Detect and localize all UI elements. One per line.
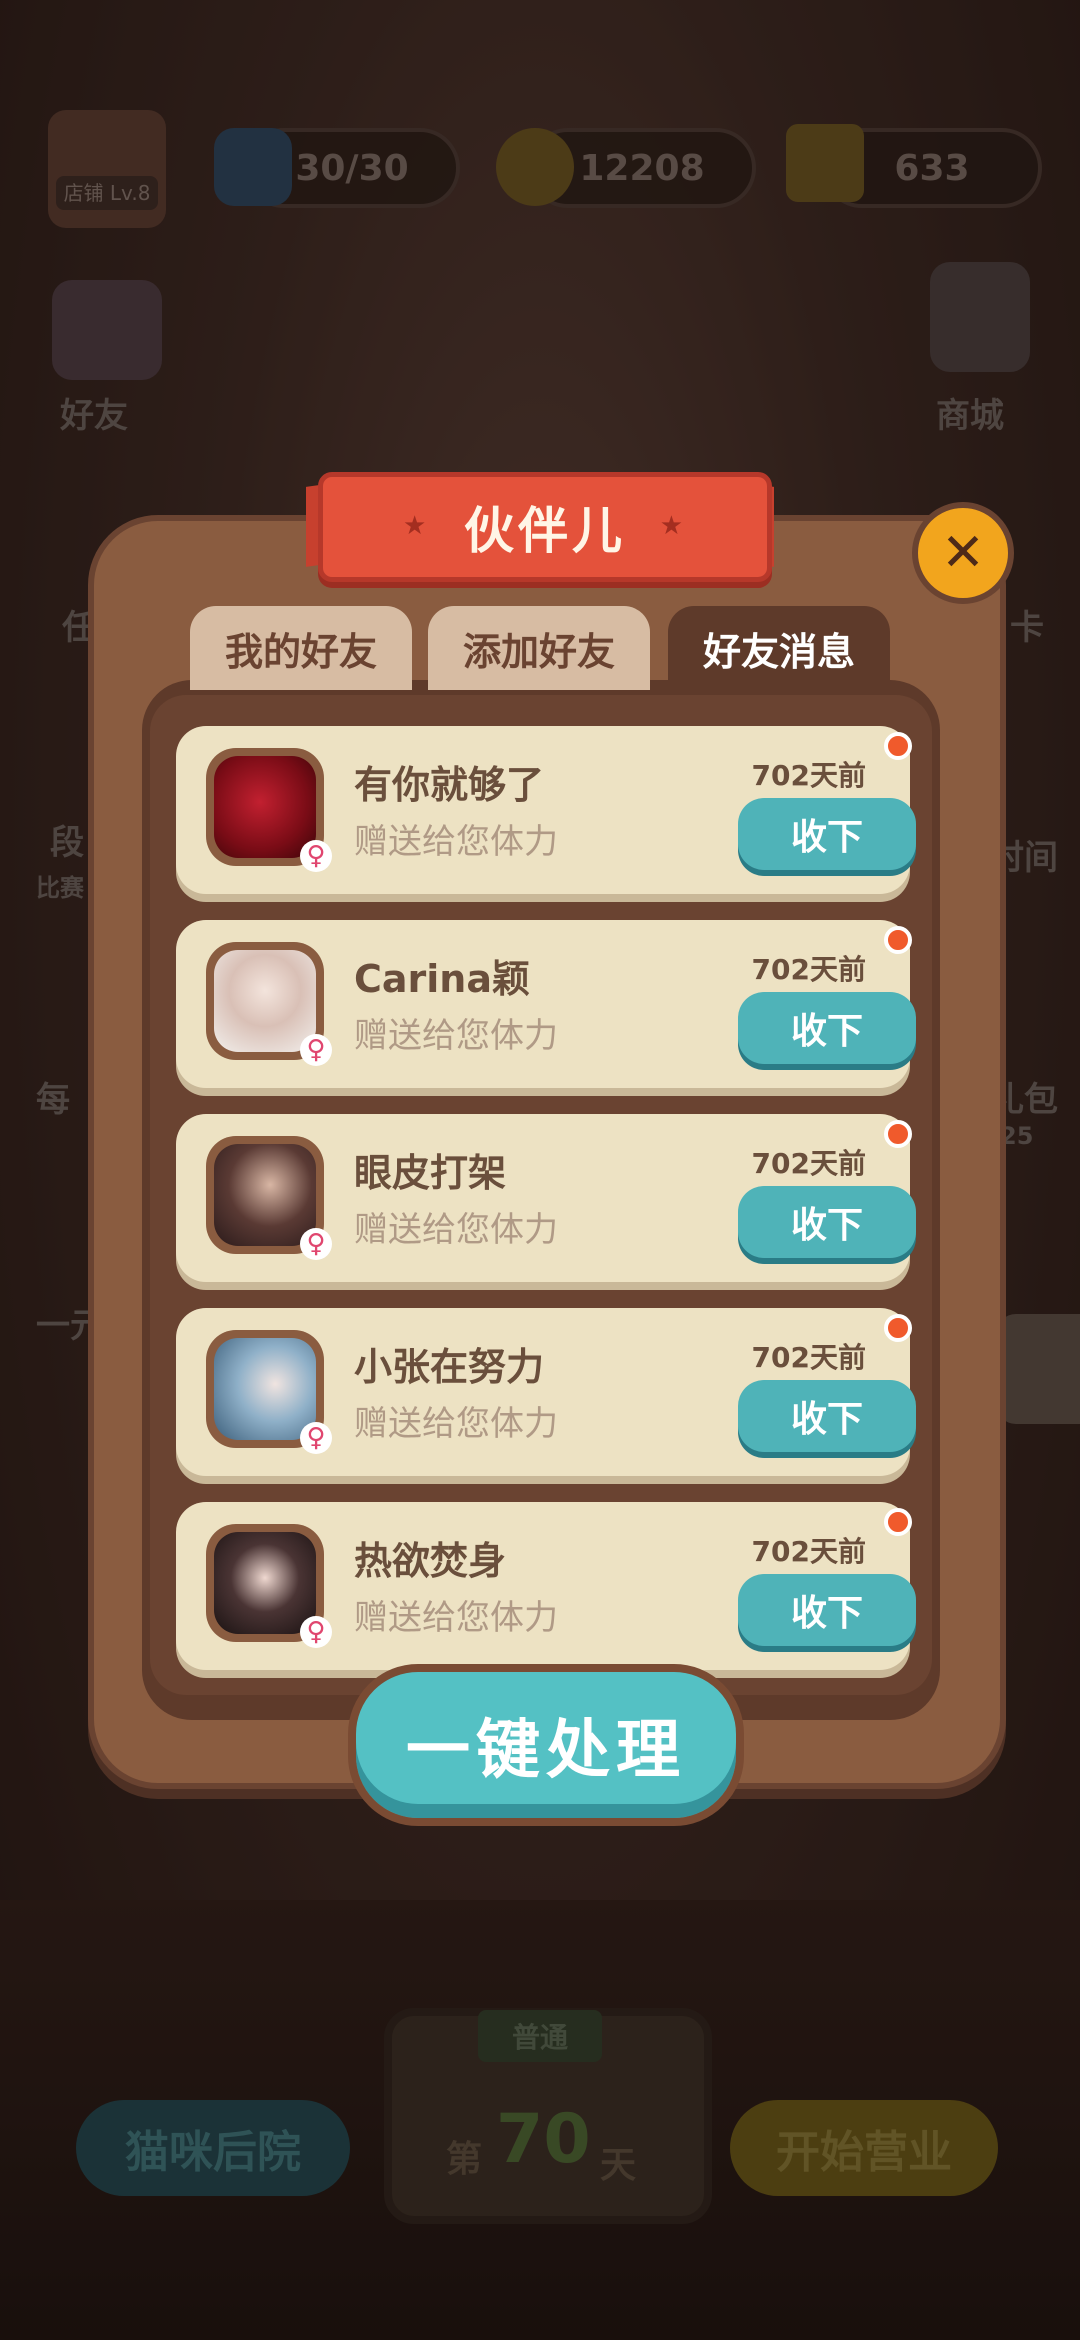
message-card: ♀ 小张在努力 赠送给您体力 702天前 收下 xyxy=(176,1308,916,1476)
sender-name: 眼皮打架 xyxy=(354,1151,507,1195)
female-gender-icon: ♀ xyxy=(300,1034,332,1066)
avatar xyxy=(214,1338,316,1440)
sender-name: 有你就够了 xyxy=(354,763,545,807)
unread-dot-icon xyxy=(884,1508,912,1536)
message-time: 702天前 xyxy=(751,1535,866,1568)
unread-dot-icon xyxy=(884,926,912,954)
unread-dot-icon xyxy=(884,1120,912,1148)
accept-button[interactable]: 收下 xyxy=(738,798,916,870)
close-button[interactable]: ✕ xyxy=(912,502,1014,604)
tab-my-friends-label: 我的好友 xyxy=(224,629,377,674)
ribbon-star-right-icon: ★ xyxy=(659,511,687,541)
dialog-title: 伙伴儿 xyxy=(464,502,626,560)
accept-button[interactable]: 收下 xyxy=(738,1574,916,1646)
message-text: 赠送给您体力 xyxy=(354,1210,558,1250)
message-time: 702天前 xyxy=(751,759,866,792)
accept-button[interactable]: 收下 xyxy=(738,1186,916,1258)
sender-name: Carina颖 xyxy=(354,957,530,1001)
message-text: 赠送给您体力 xyxy=(354,822,558,862)
message-text: 赠送给您体力 xyxy=(354,1598,558,1638)
message-text: 赠送给您体力 xyxy=(354,1404,558,1444)
message-card: ♀ Carina颖 赠送给您体力 702天前 收下 xyxy=(176,920,916,1088)
dialog-title-ribbon: ★ 伙伴儿 ★ xyxy=(318,472,772,582)
sender-name: 小张在努力 xyxy=(354,1345,545,1389)
female-gender-icon: ♀ xyxy=(300,1228,332,1260)
female-gender-icon: ♀ xyxy=(300,1422,332,1454)
tab-friend-messages-label: 好友消息 xyxy=(702,629,855,674)
message-time: 702天前 xyxy=(751,1341,866,1374)
message-card: ♀ 有你就够了 赠送给您体力 702天前 收下 xyxy=(176,726,916,894)
unread-dot-icon xyxy=(884,732,912,760)
sender-name: 热欲焚身 xyxy=(354,1539,507,1583)
tab-friend-messages[interactable]: 好友消息 xyxy=(668,606,890,690)
message-time: 702天前 xyxy=(751,953,866,986)
message-time: 702天前 xyxy=(751,1147,866,1180)
message-card: ♀ 眼皮打架 赠送给您体力 702天前 收下 xyxy=(176,1114,916,1282)
avatar xyxy=(214,1144,316,1246)
female-gender-icon: ♀ xyxy=(300,1616,332,1648)
message-text: 赠送给您体力 xyxy=(354,1016,558,1056)
tab-add-friends[interactable]: 添加好友 xyxy=(428,606,650,690)
avatar xyxy=(214,756,316,858)
accept-button[interactable]: 收下 xyxy=(738,992,916,1064)
avatar xyxy=(214,1532,316,1634)
tab-add-friends-label: 添加好友 xyxy=(462,629,615,674)
close-icon: ✕ xyxy=(941,523,985,583)
process-all-button[interactable]: 一键处理 xyxy=(348,1664,744,1826)
accept-button[interactable]: 收下 xyxy=(738,1380,916,1452)
tab-my-friends[interactable]: 我的好友 xyxy=(190,606,412,690)
message-card: ♀ 热欲焚身 赠送给您体力 702天前 收下 xyxy=(176,1502,916,1670)
process-all-label: 一键处理 xyxy=(406,1714,686,1788)
avatar xyxy=(214,950,316,1052)
unread-dot-icon xyxy=(884,1314,912,1342)
ribbon-star-left-icon: ★ xyxy=(403,511,431,541)
female-gender-icon: ♀ xyxy=(300,840,332,872)
